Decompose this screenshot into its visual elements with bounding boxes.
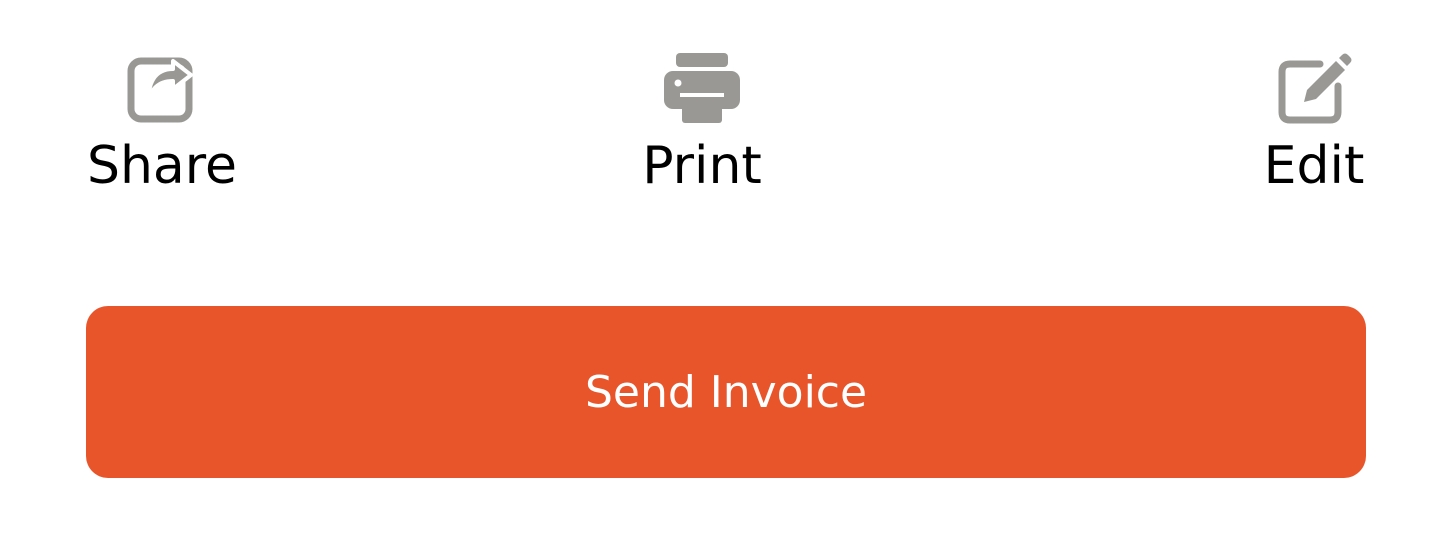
- send-invoice-button[interactable]: Send Invoice: [86, 306, 1366, 478]
- share-icon: [127, 44, 197, 132]
- print-action[interactable]: Print: [582, 44, 822, 214]
- edit-action[interactable]: Edit: [1194, 44, 1434, 214]
- printer-icon: [662, 44, 742, 132]
- edit-label: Edit: [1263, 136, 1365, 196]
- edit-icon: [1276, 44, 1352, 132]
- share-action[interactable]: Share: [42, 44, 282, 214]
- share-label: Share: [86, 136, 238, 196]
- print-label: Print: [642, 136, 762, 196]
